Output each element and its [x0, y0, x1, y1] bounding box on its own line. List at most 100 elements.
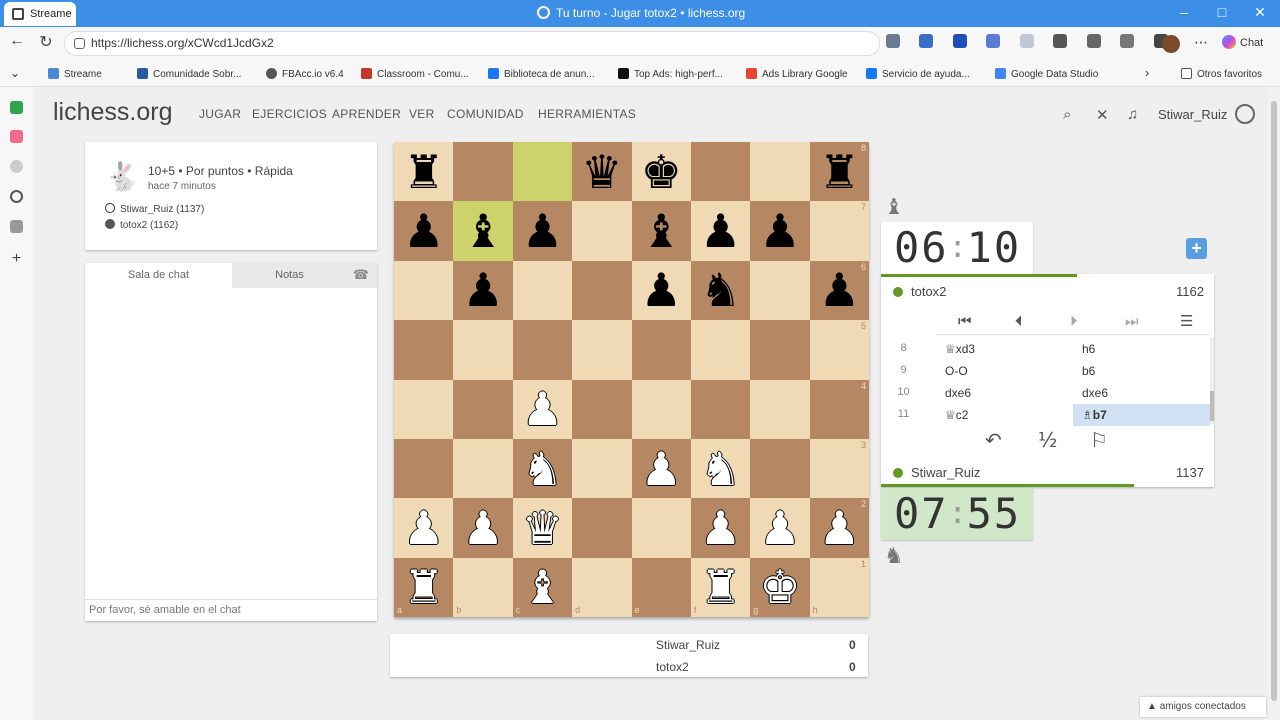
- square-c7[interactable]: ♟: [512, 201, 573, 261]
- black-pawn-icon[interactable]: ♟: [462, 267, 503, 313]
- square-f6[interactable]: ♞: [690, 260, 751, 321]
- bell-icon[interactable]: ♫: [1127, 106, 1138, 123]
- square-a5[interactable]: [394, 320, 454, 380]
- move-white[interactable]: ♕c2: [945, 408, 968, 422]
- user-icon[interactable]: [1235, 104, 1255, 124]
- page-scrollbar[interactable]: [1268, 87, 1280, 720]
- move-white[interactable]: dxe6: [945, 386, 971, 400]
- site-logo[interactable]: lichess.org: [53, 98, 173, 127]
- square-e4[interactable]: [631, 379, 691, 439]
- square-a3[interactable]: [394, 438, 454, 499]
- prev-move-icon[interactable]: ⏴: [1015, 312, 1023, 330]
- extension-icon[interactable]: [1019, 34, 1034, 48]
- tab-notes[interactable]: Notas: [232, 263, 347, 288]
- square-c2[interactable]: ♛: [512, 498, 573, 558]
- square-c3[interactable]: ♞: [512, 438, 573, 499]
- username-link[interactable]: Stiwar_Ruiz: [1158, 107, 1227, 122]
- square-g4[interactable]: [750, 379, 810, 439]
- white-pawn-icon[interactable]: ♟: [462, 505, 503, 551]
- more-menu-icon[interactable]: ⋯: [1194, 34, 1208, 51]
- square-d8[interactable]: ♛: [572, 142, 632, 202]
- square-b1[interactable]: b: [453, 557, 513, 617]
- square-a7[interactable]: ♟: [394, 201, 454, 261]
- split-screen-icon[interactable]: [1120, 34, 1135, 48]
- bookmark-item[interactable]: Google Data Studio: [995, 68, 1098, 80]
- square-e5[interactable]: [631, 320, 691, 380]
- swords-icon[interactable]: ✕: [1096, 106, 1109, 124]
- next-move-icon[interactable]: ⏵: [1070, 312, 1078, 330]
- friends-online-button[interactable]: ▲ amigos conectados: [1140, 697, 1266, 717]
- square-d7[interactable]: [572, 201, 632, 261]
- square-h7[interactable]: 7: [809, 201, 869, 261]
- square-b2[interactable]: ♟: [453, 498, 513, 558]
- chess-board[interactable]: ♜ ♛ ♚ ♜ 8 ♟ ♝ ♟ ♝ ♟ ♟ 7 ♟ ♟ ♞ ♟ 6 5 ♟ 4 ♞ ♟ ♞ 3 ♟ ♟ ♛ ♟ ♟ ♟ 2 ♜ a b ♝ c d e ♜ f…: [394, 142, 869, 617]
- square-d5[interactable]: [572, 320, 632, 380]
- extension-icon[interactable]: [886, 34, 900, 48]
- square-b3[interactable]: [453, 438, 513, 499]
- black-player-link[interactable]: totox2 (1162): [105, 219, 178, 231]
- white-king-icon[interactable]: ♚: [759, 564, 800, 610]
- bookmark-item[interactable]: Ads Library Google: [746, 68, 848, 80]
- black-queen-icon[interactable]: ♛: [581, 149, 622, 195]
- square-e7[interactable]: ♝: [631, 201, 691, 261]
- offer-draw-button[interactable]: ½: [1038, 428, 1057, 452]
- white-rook-icon[interactable]: ♜: [403, 564, 444, 610]
- extension-icon[interactable]: [1053, 34, 1068, 48]
- square-c1[interactable]: ♝ c: [512, 557, 573, 617]
- back-icon[interactable]: ←: [6, 32, 28, 50]
- black-pawn-icon[interactable]: ♟: [700, 208, 741, 254]
- square-c6[interactable]: [512, 260, 573, 321]
- sidebar-app-icon[interactable]: [10, 190, 23, 203]
- square-h8[interactable]: ♜ 8: [809, 142, 869, 202]
- square-f7[interactable]: ♟: [690, 201, 751, 261]
- resign-flag-icon[interactable]: ⚐: [1090, 428, 1108, 452]
- square-g5[interactable]: [750, 320, 810, 380]
- collapse-chevron-icon[interactable]: ⌄: [10, 66, 20, 80]
- first-move-icon[interactable]: ⏮: [958, 312, 972, 330]
- extension-icon[interactable]: [986, 34, 1001, 48]
- nav-herramientas[interactable]: HERRAMIENTAS: [538, 107, 636, 121]
- profile-avatar[interactable]: [1162, 35, 1180, 53]
- square-f5[interactable]: [690, 320, 751, 380]
- black-pawn-icon[interactable]: ♟: [819, 267, 860, 313]
- white-pawn-icon[interactable]: ♟: [819, 505, 860, 551]
- takeback-icon[interactable]: ↶: [985, 428, 1002, 452]
- square-e2[interactable]: [631, 498, 691, 558]
- square-g7[interactable]: ♟: [750, 201, 810, 261]
- white-pawn-icon[interactable]: ♟: [641, 446, 682, 492]
- square-c4[interactable]: ♟: [512, 379, 573, 439]
- nav-ver[interactable]: VER: [409, 107, 435, 121]
- black-knight-icon[interactable]: ♞: [700, 267, 741, 313]
- black-rook-icon[interactable]: ♜: [819, 149, 860, 195]
- square-e8[interactable]: ♚: [631, 142, 691, 202]
- square-h5[interactable]: 5: [809, 320, 869, 380]
- square-f1[interactable]: ♜ f: [690, 557, 751, 617]
- add-time-button[interactable]: +: [1186, 238, 1207, 259]
- bookmarks-overflow-icon[interactable]: ›: [1145, 65, 1149, 80]
- bookmark-item[interactable]: FBAcc.io v6.4: [266, 68, 344, 80]
- square-b5[interactable]: [453, 320, 513, 380]
- bookmark-item[interactable]: Comunidade Sobr...: [137, 68, 241, 80]
- bookmark-item[interactable]: Top Ads: high-perf...: [618, 68, 723, 80]
- move-black[interactable]: h6: [1073, 338, 1210, 360]
- square-d1[interactable]: d: [572, 557, 632, 617]
- white-pawn-icon[interactable]: ♟: [759, 505, 800, 551]
- square-g2[interactable]: ♟: [750, 498, 810, 558]
- move-white[interactable]: ♕xd3: [945, 342, 975, 356]
- square-h4[interactable]: 4: [809, 379, 869, 439]
- square-g8[interactable]: [750, 142, 810, 202]
- sidebar-app-icon[interactable]: [10, 160, 23, 173]
- square-h3[interactable]: 3: [809, 438, 869, 499]
- browser-tab[interactable]: Streame: [4, 2, 76, 26]
- square-g1[interactable]: ♚ g: [750, 557, 810, 617]
- black-pawn-icon[interactable]: ♟: [522, 208, 563, 254]
- move-black[interactable]: ♗b7: [1073, 404, 1210, 426]
- black-bishop-icon[interactable]: ♝: [462, 208, 503, 254]
- my-name[interactable]: Stiwar_Ruiz: [911, 465, 980, 480]
- square-f8[interactable]: [690, 142, 751, 202]
- white-knight-icon[interactable]: ♞: [700, 446, 741, 492]
- square-a4[interactable]: [394, 379, 454, 439]
- extension-icon[interactable]: [919, 34, 934, 48]
- square-a2[interactable]: ♟: [394, 498, 454, 558]
- square-b4[interactable]: [453, 379, 513, 439]
